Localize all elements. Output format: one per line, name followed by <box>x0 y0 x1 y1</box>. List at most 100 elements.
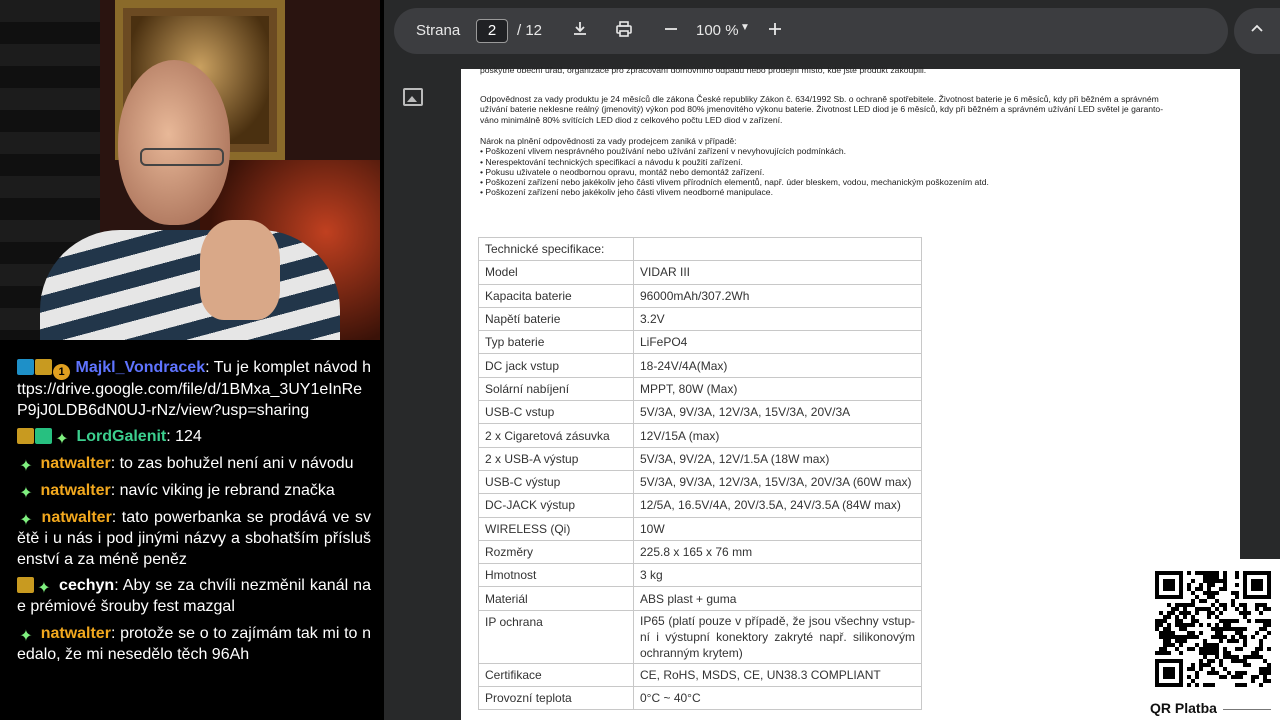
spec-value: 96000mAh/307.2Wh <box>633 283 922 308</box>
glasses <box>140 148 224 166</box>
chat-message: ✦ cechyn: Aby se za chvíli nezměnil kaná… <box>17 577 371 615</box>
spec-row: Rozměry 225.8 x 165 x 76 mm <box>478 539 922 565</box>
paragraph-warranty: Odpovědnost za vady produktu je 24 měsíc… <box>480 94 1228 125</box>
spec-row: Materiál ABS plast + guma <box>478 586 922 611</box>
spec-row: Kapacita baterie 96000mAh/307.2Wh <box>478 283 922 308</box>
spec-value: 5V/3A, 9V/3A, 12V/3A, 15V/3A, 20V/3A <box>633 400 922 425</box>
star-badge-icon: ✦ <box>37 580 51 597</box>
spec-key: 2 x USB-A výstup <box>478 446 634 471</box>
spec-key: Materiál <box>478 586 634 611</box>
green-badge-icon <box>35 428 52 444</box>
spec-key: Provozní teplota <box>478 686 634 711</box>
chat-username[interactable]: natwalter <box>42 509 112 526</box>
spec-value: 3 kg <box>633 563 922 588</box>
chat-username[interactable]: LordGalenit <box>76 428 166 445</box>
spec-row: Solární nabíjení MPPT, 80W (Max) <box>478 376 922 402</box>
claims-line: • Nerespektování technických specifikací… <box>480 156 743 167</box>
gold-badge-icon <box>17 577 34 593</box>
spec-row: Technické specifikace: <box>478 236 922 262</box>
spec-key: Typ baterie <box>478 330 634 355</box>
spec-row: DC-JACK výstup 12/5A, 16.5V/4A, 20V/3.5A,… <box>478 493 922 518</box>
chat-username[interactable]: cechyn <box>59 577 114 594</box>
chat-username[interactable]: natwalter <box>41 625 111 642</box>
spec-key: Napětí baterie <box>478 306 634 332</box>
warranty-line: užívání baterie neklesne reálný (jmenovi… <box>480 104 1164 115</box>
spec-row: 2 x Cigaretová zásuvka 12V/15A (max) <box>478 423 922 448</box>
spec-row: USB-C vstup 5V/3A, 9V/3A, 12V/3A, 15V/3A,… <box>478 400 922 425</box>
spec-row: Hmotnost 3 kg <box>478 563 922 588</box>
spec-key: WIRELESS (Qi) <box>478 516 634 541</box>
spec-value: 0°C ~ 40°C <box>633 686 922 711</box>
spec-key: IP ochrana <box>478 609 634 664</box>
thumbnail-icon[interactable] <box>403 88 423 106</box>
webcam-feed <box>0 0 380 340</box>
chat-text: to zas bohužel není ani v návodu <box>119 455 354 472</box>
plus-icon[interactable] <box>764 20 786 42</box>
chat-username[interactable]: natwalter <box>40 482 110 499</box>
warranty-line: váno minimálně 80% svítících LED diod z … <box>480 114 783 125</box>
chat-text: navíc viking je rebrand značka <box>119 482 335 499</box>
paragraph-disposal: poskytne obecní úřad, organizace pro zpr… <box>480 65 927 75</box>
print-icon[interactable] <box>613 20 635 42</box>
chat-message: 1 Majkl_Vondracek: Tu je komplet návod h… <box>17 359 371 419</box>
spec-row: Typ baterie LiFePO4 <box>478 330 922 355</box>
spec-row: IP ochrana IP65 (platí pouze v případě, ž… <box>478 609 922 664</box>
claims-line: • Poškození zařízení nebo jakékoliv jeho… <box>480 187 773 198</box>
spec-value: LiFePO4 <box>633 330 922 355</box>
chat-panel: 1 Majkl_Vondracek: Tu je komplet návod h… <box>0 340 384 720</box>
spec-row: USB-C výstup 5V/3A, 9V/3A, 12V/3A, 15V/3A… <box>478 469 922 495</box>
collapse-toolbar-button[interactable] <box>1234 8 1280 54</box>
spec-value: CE, RoHS, MSDS, CE, UN38.3 COMPLIANT <box>633 662 922 688</box>
spec-value <box>633 236 922 262</box>
spec-key: Rozměry <box>478 539 634 565</box>
claims-line: Nárok na plnění odpovědnosti za vady pro… <box>480 136 737 146</box>
star-badge-icon: ✦ <box>19 485 33 502</box>
spec-value: 3.2V <box>633 306 922 332</box>
claims-line: • Pokusu uživatele o neodbornou opravu, … <box>480 166 765 177</box>
download-icon[interactable] <box>569 20 591 42</box>
claims-line: • Poškození vlivem nesprávného používání… <box>480 146 847 157</box>
spec-key: USB-C vstup <box>478 400 634 425</box>
qr-code[interactable] <box>1155 571 1271 687</box>
page-label: Strana <box>416 22 461 39</box>
page-number-input[interactable]: 2 <box>476 19 508 43</box>
chat-username[interactable]: natwalter <box>40 455 110 472</box>
spec-key: DC-JACK výstup <box>478 493 634 518</box>
pdf-toolbar: Strana 2 / 12 100 % ▼ <box>394 8 1228 54</box>
chat-message: ✦ natwalter: navíc viking je rebrand zna… <box>17 481 371 502</box>
qr-label: QR Platba <box>1150 700 1278 716</box>
chevron-up-icon <box>1251 24 1263 32</box>
spec-table: Technické specifikace: Model VIDAR III Kapa… <box>478 236 922 711</box>
spec-row: WIRELESS (Qi) 10W <box>478 516 922 541</box>
spec-value: IP65 (platí pouze v případě, že jsou vše… <box>633 609 922 664</box>
streamer-head <box>118 60 230 225</box>
chat-text: 124 <box>175 428 202 445</box>
spec-row: Certifikace CE, RoHS, MSDS, CE, UN38.3 CO… <box>478 662 922 688</box>
claims-line: • Poškození zařízení nebo jakékoliv jeho… <box>480 177 989 188</box>
star-badge-icon: ✦ <box>55 431 69 448</box>
star-badge-icon: ✦ <box>19 512 33 529</box>
circle-badge-icon: 1 <box>53 364 70 380</box>
spec-value: 12/5A, 16.5V/4A, 20V/3.5A, 24V/3.5A (84W… <box>633 493 922 518</box>
gold-badge-icon <box>35 359 52 375</box>
spec-row: Model VIDAR III <box>478 260 922 285</box>
spec-value: 12V/15A (max) <box>633 423 922 448</box>
spec-key: USB-C výstup <box>478 469 634 495</box>
spec-value: 18-24V/4A(Max) <box>633 353 922 378</box>
spec-key: Model <box>478 260 634 285</box>
spec-value: 225.8 x 165 x 76 mm <box>633 539 922 565</box>
spec-value: 5V/3A, 9V/3A, 12V/3A, 15V/3A, 20V/3A (60… <box>633 469 922 495</box>
spec-value: MPPT, 80W (Max) <box>633 376 922 402</box>
spec-key: 2 x Cigaretová zásuvka <box>478 423 634 448</box>
zoom-level[interactable]: 100 % <box>696 22 739 39</box>
pdf-page: poskytne obecní úřad, organizace pro zpr… <box>461 65 1240 720</box>
spec-key: Certifikace <box>478 662 634 688</box>
zoom-dropdown-icon[interactable]: ▼ <box>740 22 750 33</box>
gold-badge-icon <box>17 428 34 444</box>
chat-username[interactable]: Majkl_Vondracek <box>76 359 206 376</box>
spec-key: Technické specifikace: <box>478 236 634 262</box>
minus-icon[interactable] <box>660 20 682 42</box>
chat-message: ✦ natwalter: to zas bohužel není ani v n… <box>17 454 371 475</box>
spec-row: Provozní teplota 0°C ~ 40°C <box>478 686 922 711</box>
spec-row: Napětí baterie 3.2V <box>478 306 922 332</box>
